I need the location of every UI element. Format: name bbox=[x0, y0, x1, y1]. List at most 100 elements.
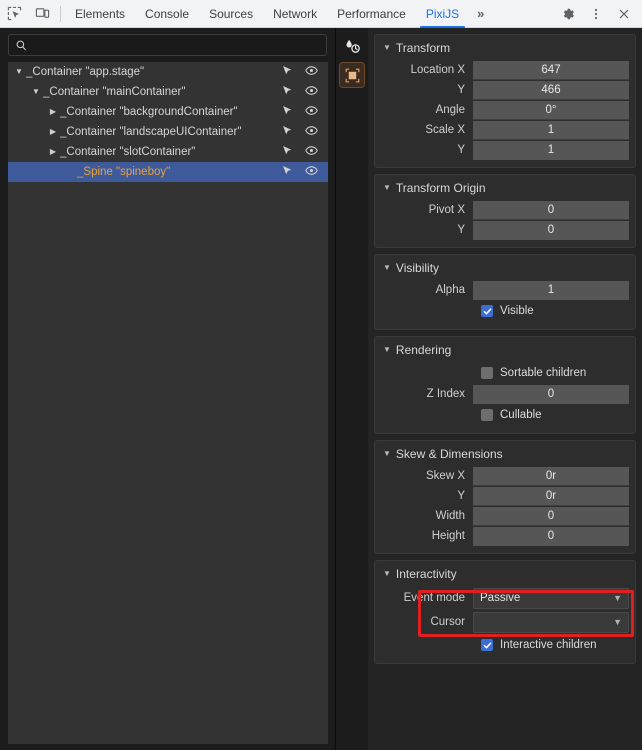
field-value-pivot-x[interactable]: 0 bbox=[473, 200, 629, 220]
tab-performance[interactable]: Performance bbox=[327, 0, 416, 28]
select-event-mode[interactable]: Passive ▼ bbox=[473, 587, 629, 609]
field-group: Pivot X 0Y0 bbox=[381, 200, 629, 240]
select-cursor[interactable]: ▼ bbox=[473, 611, 629, 633]
section-header-interactivity[interactable]: ▼ Interactivity bbox=[381, 565, 629, 586]
tree-node-label: _Spine "spineboy" bbox=[77, 166, 171, 178]
tree-node-label: _Container "mainContainer" bbox=[43, 86, 186, 98]
tree-node-label: _Container "backgroundContainer" bbox=[60, 106, 238, 118]
chevron-down-icon[interactable]: ▼ bbox=[613, 593, 622, 603]
chevron-right-icon[interactable]: ▶ bbox=[46, 108, 60, 116]
close-icon[interactable] bbox=[610, 1, 638, 27]
tab-console[interactable]: Console bbox=[135, 0, 199, 28]
tab-pixijs[interactable]: PixiJS bbox=[416, 0, 469, 28]
eye-visibility-icon[interactable] bbox=[305, 125, 318, 139]
tree-row[interactable]: ▼ _Container "app.stage" bbox=[8, 62, 328, 82]
inspect-element-icon[interactable] bbox=[0, 1, 28, 27]
tree-row[interactable]: ▶ _Container "landscapeUIContainer" bbox=[8, 122, 328, 142]
chevron-down-icon[interactable]: ▼ bbox=[383, 44, 391, 52]
checkbox-row-cullable[interactable]: Cullable bbox=[381, 404, 629, 426]
scene-tree-panel: ▼ _Container "app.stage" ▼ _Container "mai… bbox=[0, 28, 336, 750]
field-value-alpha[interactable]: 1 bbox=[473, 280, 629, 300]
tree-row[interactable]: ▶ _Container "backgroundContainer" bbox=[8, 102, 328, 122]
field-value-angle[interactable]: 0° bbox=[473, 100, 629, 120]
checkbox-row-sortable-children[interactable]: Sortable children bbox=[381, 362, 629, 384]
cursor-pointer-icon[interactable] bbox=[282, 85, 293, 100]
cursor-pointer-icon[interactable] bbox=[282, 165, 293, 180]
scene-tree-list[interactable]: ▼ _Container "app.stage" ▼ _Container "mai… bbox=[8, 62, 328, 744]
section-header-transform-origin[interactable]: ▼ Transform Origin bbox=[381, 179, 629, 200]
field-value-width[interactable]: 0 bbox=[473, 506, 629, 526]
section-header-rendering[interactable]: ▼ Rendering bbox=[381, 341, 629, 362]
search-box[interactable] bbox=[8, 34, 327, 56]
field-value-height[interactable]: 0 bbox=[473, 526, 629, 546]
field-label: Location X bbox=[410, 64, 465, 76]
section-header-transform[interactable]: ▼ Transform bbox=[381, 39, 629, 60]
field-row-skew-x: Skew X 0r bbox=[381, 466, 629, 486]
field-row-angle: Angle 0° bbox=[381, 100, 629, 120]
more-tabs-icon[interactable]: » bbox=[469, 0, 492, 28]
section-title: Skew & Dimensions bbox=[395, 447, 503, 461]
eye-visibility-icon[interactable] bbox=[305, 165, 318, 179]
device-toolbar-icon[interactable] bbox=[28, 1, 56, 27]
node-properties-icon[interactable] bbox=[339, 62, 365, 88]
field-value-y[interactable]: 0 bbox=[473, 220, 629, 240]
chevron-down-icon[interactable]: ▼ bbox=[383, 346, 391, 354]
chevron-down-icon[interactable]: ▼ bbox=[383, 570, 391, 578]
field-group: Location X 647 Y 466 Angle 0° Scale X1Y1 bbox=[381, 60, 629, 160]
field-value-location-x[interactable]: 647 bbox=[473, 60, 629, 80]
field-value-y[interactable]: 466 bbox=[473, 80, 629, 100]
field-value-skew-x[interactable]: 0r bbox=[473, 466, 629, 486]
tree-row[interactable]: ▼ _Container "mainContainer" bbox=[8, 82, 328, 102]
eye-visibility-icon[interactable] bbox=[305, 85, 318, 99]
checkbox-checked-icon[interactable] bbox=[481, 639, 493, 651]
field-label: Y bbox=[457, 84, 465, 96]
scene-stats-icon[interactable] bbox=[340, 34, 364, 58]
tree-node-label: _Container "app.stage" bbox=[26, 66, 145, 78]
section-header-visibility[interactable]: ▼ Visibility bbox=[381, 259, 629, 280]
field-value-z-index[interactable]: 0 bbox=[473, 384, 629, 404]
chevron-down-icon[interactable]: ▼ bbox=[383, 184, 391, 192]
cursor-pointer-icon[interactable] bbox=[282, 145, 293, 160]
field-row-y: Y0 bbox=[381, 220, 629, 240]
chevron-down-icon[interactable]: ▼ bbox=[383, 264, 391, 272]
field-group: Z Index 0 bbox=[381, 384, 629, 404]
field-row-width: Width 0 bbox=[381, 506, 629, 526]
properties-scroll[interactable]: ▼ Transform Location X 647 Y 466 Angle 0° Scale … bbox=[368, 28, 642, 750]
cursor-pointer-icon[interactable] bbox=[282, 125, 293, 140]
checkbox-checked-icon[interactable] bbox=[481, 305, 493, 317]
cursor-pointer-icon[interactable] bbox=[282, 65, 293, 80]
checkbox-unchecked-icon[interactable] bbox=[481, 409, 493, 421]
tree-row[interactable]: ▶ _Container "slotContainer" bbox=[8, 142, 328, 162]
chevron-right-icon[interactable]: ▶ bbox=[46, 128, 60, 136]
tab-sources[interactable]: Sources bbox=[199, 0, 263, 28]
gear-icon[interactable] bbox=[554, 1, 582, 27]
toolbar-divider bbox=[60, 5, 61, 22]
checkbox-row-visible[interactable]: Visible bbox=[381, 300, 629, 322]
field-row-scale-x: Scale X 1 bbox=[381, 120, 629, 140]
field-value-y[interactable]: 0r bbox=[473, 486, 629, 506]
tab-elements[interactable]: Elements bbox=[65, 0, 135, 28]
tree-row[interactable]: _Spine "spineboy" bbox=[8, 162, 328, 182]
chevron-down-icon[interactable]: ▼ bbox=[383, 450, 391, 458]
select-row-cursor: Cursor ▼ bbox=[381, 610, 629, 634]
search-input[interactable] bbox=[28, 39, 320, 51]
section-header-skew-dimensions[interactable]: ▼ Skew & Dimensions bbox=[381, 445, 629, 466]
field-label: Y bbox=[457, 490, 465, 502]
eye-visibility-icon[interactable] bbox=[305, 65, 318, 79]
field-value-y[interactable]: 1 bbox=[473, 140, 629, 160]
eye-visibility-icon[interactable] bbox=[305, 105, 318, 119]
checkbox-label: Sortable children bbox=[500, 367, 587, 379]
checkbox-label: Cullable bbox=[500, 409, 542, 421]
section-title: Interactivity bbox=[395, 567, 457, 581]
field-value-scale-x[interactable]: 1 bbox=[473, 120, 629, 140]
cursor-pointer-icon[interactable] bbox=[282, 105, 293, 120]
checkbox-unchecked-icon[interactable] bbox=[481, 367, 493, 379]
tab-network[interactable]: Network bbox=[263, 0, 327, 28]
more-options-icon[interactable] bbox=[582, 1, 610, 27]
checkbox-row-interactive-children[interactable]: Interactive children bbox=[381, 634, 629, 656]
eye-visibility-icon[interactable] bbox=[305, 145, 318, 159]
chevron-down-icon[interactable]: ▼ bbox=[29, 88, 43, 96]
chevron-down-icon[interactable]: ▼ bbox=[12, 68, 26, 76]
chevron-down-icon[interactable]: ▼ bbox=[613, 617, 622, 627]
chevron-right-icon[interactable]: ▶ bbox=[46, 148, 60, 156]
